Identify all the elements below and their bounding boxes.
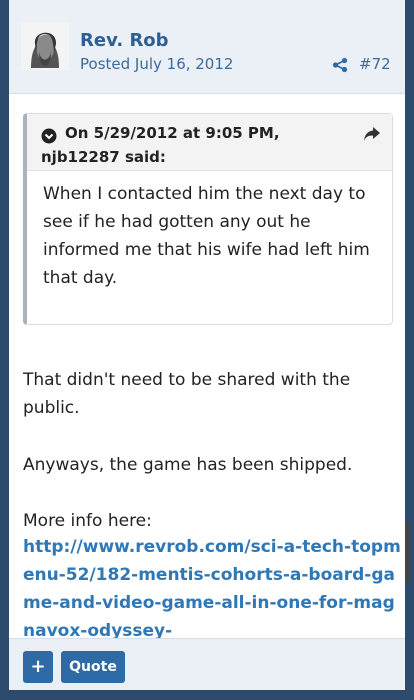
quote-text: When I contacted him the next day to see… bbox=[43, 184, 370, 288]
post-footer: + Quote bbox=[9, 638, 405, 690]
post-header: Rev. Rob Posted July 16, 2012 #72 bbox=[9, 0, 405, 94]
quote-attribution-user[interactable]: njb12287 said: bbox=[41, 148, 166, 166]
quote-header: On 5/29/2012 at 9:05 PM, njb12287 said: bbox=[27, 114, 392, 171]
chevron-down-circle-icon[interactable] bbox=[41, 128, 57, 144]
forum-post: Rev. Rob Posted July 16, 2012 #72 On 5/2… bbox=[7, 0, 407, 692]
quote-attribution-date: On 5/29/2012 at 9:05 PM, bbox=[65, 124, 280, 142]
jump-to-quote-icon[interactable] bbox=[363, 126, 381, 142]
quote-block: On 5/29/2012 at 9:05 PM, njb12287 said: … bbox=[23, 113, 393, 325]
quote-button[interactable]: Quote bbox=[61, 651, 125, 683]
post-date[interactable]: Posted July 16, 2012 bbox=[80, 55, 233, 73]
message-paragraph: More info here: bbox=[23, 511, 152, 531]
avatar[interactable] bbox=[21, 22, 69, 70]
message-paragraph: Anyways, the game has been shipped. bbox=[23, 455, 353, 475]
avatar-portrait-icon bbox=[21, 22, 69, 70]
multiquote-add-button[interactable]: + bbox=[23, 651, 53, 683]
external-link[interactable]: http://www.revrob.com/sci-a-tech-topmenu… bbox=[23, 533, 401, 645]
scrollbar-thumb[interactable] bbox=[406, 523, 409, 583]
author-name[interactable]: Rev. Rob bbox=[80, 30, 169, 51]
share-icon[interactable] bbox=[332, 57, 348, 73]
message-paragraph: That didn't need to be shared with the p… bbox=[23, 370, 351, 418]
post-number-link[interactable]: #72 bbox=[359, 55, 391, 73]
